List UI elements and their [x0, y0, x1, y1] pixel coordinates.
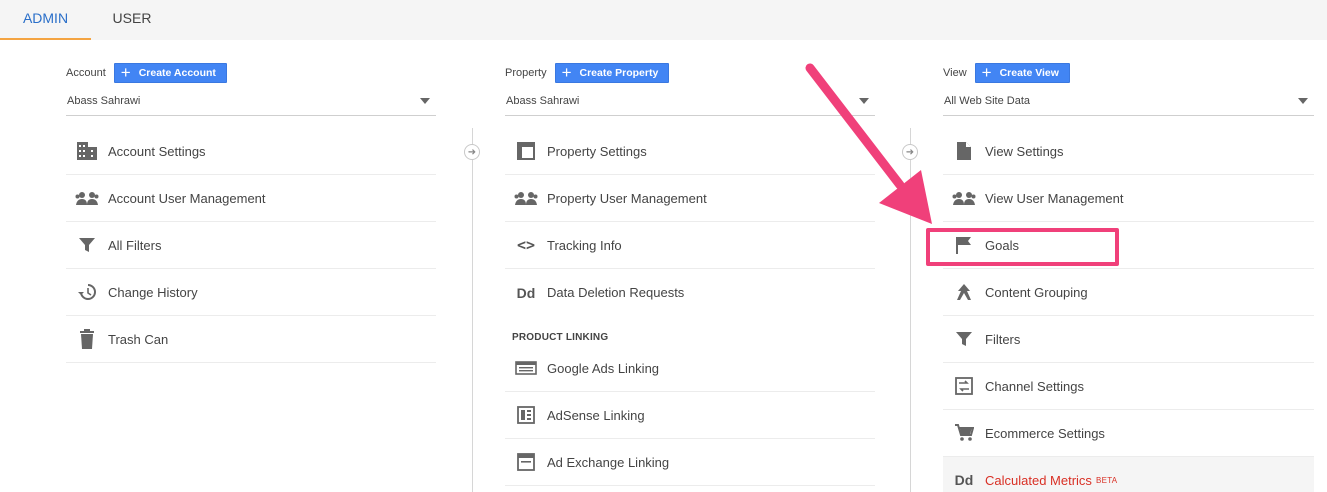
tab-user[interactable]: USER [91, 0, 173, 40]
account-selected-value: Abass Sahrawi [67, 95, 141, 107]
document-icon [943, 128, 985, 175]
content-grouping-icon [943, 269, 985, 316]
ads-icon [505, 345, 547, 392]
account-settings-label: Account Settings [108, 143, 206, 159]
trash-icon [66, 316, 108, 363]
plus-icon: + [561, 63, 572, 82]
view-label: View [943, 67, 967, 79]
dd-icon: Dd [516, 284, 536, 301]
property-settings-label: Property Settings [547, 143, 647, 159]
channel-settings-label: Channel Settings [985, 378, 1085, 394]
goals-highlight-box [926, 228, 1119, 266]
column-divider [910, 128, 911, 492]
tracking-info-item[interactable]: <> Tracking Info [505, 222, 875, 269]
account-label: Account [66, 67, 106, 79]
people-icon [943, 175, 985, 222]
plus-icon: + [981, 63, 992, 82]
adsense-linking-item[interactable]: AdSense Linking [505, 392, 875, 439]
google-ads-linking-item[interactable]: Google Ads Linking [505, 345, 875, 392]
trash-can-item[interactable]: Trash Can [66, 316, 436, 363]
account-user-management-label: Account User Management [108, 190, 266, 206]
view-filters-label: Filters [985, 331, 1021, 347]
view-user-management-label: View User Management [985, 190, 1124, 206]
adsense-icon [505, 392, 547, 439]
content-grouping-item[interactable]: Content Grouping [943, 269, 1314, 316]
property-label: Property [505, 67, 547, 79]
property-user-management-label: Property User Management [547, 190, 707, 206]
property-header: Property + Create Property [505, 62, 670, 84]
cart-icon [943, 410, 985, 457]
tab-admin[interactable]: ADMIN [0, 0, 91, 40]
account-header: Account + Create Account [66, 62, 227, 84]
view-settings-item[interactable]: View Settings [943, 128, 1314, 175]
view-selector[interactable]: All Web Site Data [943, 92, 1314, 116]
create-view-label: Create View [999, 67, 1059, 79]
arrow-right-icon: ➜ [464, 144, 480, 160]
view-filters-item[interactable]: Filters [943, 316, 1314, 363]
ad-exchange-linking-label: Ad Exchange Linking [547, 454, 670, 470]
create-property-label: Create Property [579, 67, 659, 79]
content-grouping-label: Content Grouping [985, 284, 1088, 300]
ecommerce-settings-label: Ecommerce Settings [985, 425, 1105, 441]
property-selected-value: Abass Sahrawi [506, 95, 580, 107]
account-column: Account + Create Account Abass Sahrawi A… [66, 40, 436, 492]
view-column: View + Create View All Web Site Data Vie… [943, 40, 1314, 492]
change-history-item[interactable]: Change History [66, 269, 436, 316]
filter-icon [943, 316, 985, 363]
building-icon [66, 128, 108, 175]
data-deletion-requests-label: Data Deletion Requests [547, 285, 685, 300]
plus-icon: + [120, 63, 131, 82]
account-user-management-item[interactable]: Account User Management [66, 175, 436, 222]
channel-settings-item[interactable]: Channel Settings [943, 363, 1314, 410]
all-filters-item[interactable]: All Filters [66, 222, 436, 269]
data-deletion-requests-item[interactable]: Dd Data Deletion Requests [505, 269, 875, 316]
create-property-button[interactable]: + Create Property [554, 63, 670, 83]
adexchange-icon [505, 439, 547, 486]
calculated-metrics-item[interactable]: Dd Calculated Metrics BETA [943, 457, 1314, 492]
dropdown-caret-icon [1298, 98, 1308, 104]
property-user-management-item[interactable]: Property User Management [505, 175, 875, 222]
dropdown-caret-icon [420, 98, 430, 104]
view-user-management-item[interactable]: View User Management [943, 175, 1314, 222]
product-linking-heading: PRODUCT LINKING [512, 332, 609, 343]
dd-icon: Dd [954, 472, 974, 488]
create-view-button[interactable]: + Create View [974, 63, 1070, 83]
account-settings-item[interactable]: Account Settings [66, 128, 436, 175]
view-header: View + Create View [943, 62, 1070, 84]
account-selector[interactable]: Abass Sahrawi [66, 92, 436, 116]
beta-badge: BETA [1095, 475, 1118, 485]
window-icon [505, 128, 547, 175]
channel-icon [943, 363, 985, 410]
people-icon [66, 175, 108, 222]
google-ads-linking-label: Google Ads Linking [547, 360, 660, 376]
change-history-label: Change History [108, 284, 198, 300]
people-icon [505, 175, 547, 222]
tracking-info-label: Tracking Info [547, 237, 622, 253]
view-settings-label: View Settings [985, 143, 1064, 159]
calculated-metrics-label: Calculated Metrics [985, 472, 1092, 488]
property-column: Property + Create Property Abass Sahrawi… [505, 40, 875, 492]
admin-tab-bar: ADMIN USER [0, 0, 1327, 40]
adsense-linking-label: AdSense Linking [547, 407, 645, 423]
filter-icon [66, 222, 108, 269]
arrow-right-icon: ➜ [902, 144, 918, 160]
all-filters-label: All Filters [108, 237, 162, 253]
history-icon [66, 269, 108, 316]
trash-can-label: Trash Can [108, 331, 169, 347]
code-icon: <> [516, 236, 536, 254]
dropdown-caret-icon [859, 98, 869, 104]
view-selected-value: All Web Site Data [944, 95, 1031, 107]
ad-exchange-linking-item[interactable]: Ad Exchange Linking [505, 439, 875, 486]
property-settings-item[interactable]: Property Settings [505, 128, 875, 175]
property-selector[interactable]: Abass Sahrawi [505, 92, 875, 116]
column-divider [472, 128, 473, 492]
create-account-button[interactable]: + Create Account [113, 63, 227, 83]
create-account-label: Create Account [138, 67, 216, 79]
ecommerce-settings-item[interactable]: Ecommerce Settings [943, 410, 1314, 457]
